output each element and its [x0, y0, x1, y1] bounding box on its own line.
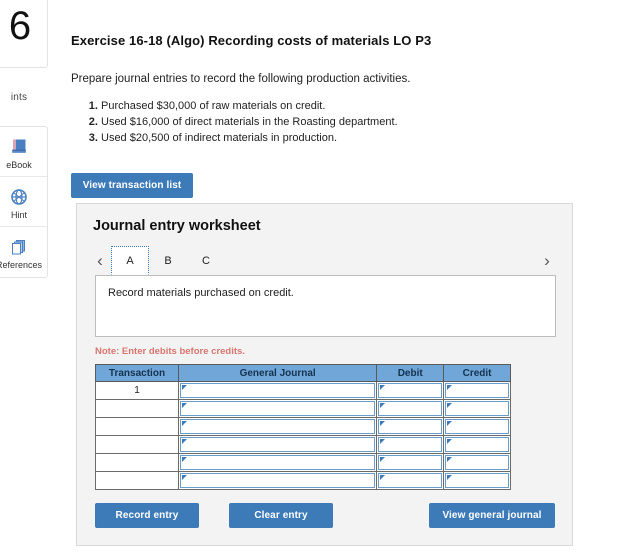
table-row — [95, 453, 511, 472]
journal-table-wrapper: Transaction General Journal Debit Credit… — [77, 357, 572, 490]
left-rail: 6 ints eBook Hint References — [0, 0, 58, 559]
pages-icon — [10, 236, 28, 258]
cell-general-journal[interactable] — [177, 399, 378, 418]
book-icon — [10, 136, 29, 158]
general-journal-input[interactable] — [180, 383, 376, 398]
general-journal-input[interactable] — [180, 419, 376, 434]
table-row — [95, 435, 511, 454]
journal-entry-table: Transaction General Journal Debit Credit… — [95, 364, 511, 490]
list-item: Used $20,500 of indirect materials in pr… — [101, 131, 623, 147]
tool-item-hint[interactable]: Hint — [0, 177, 47, 227]
debit-input[interactable] — [378, 383, 443, 398]
page-title: Exercise 16-18 (Algo) Recording costs of… — [71, 33, 432, 48]
journal-entry-worksheet-panel: Journal entry worksheet ‹ A B C › Record… — [76, 203, 573, 546]
table-row — [95, 471, 511, 490]
column-header-transaction: Transaction — [95, 364, 179, 382]
cell-general-journal[interactable] — [177, 453, 378, 472]
credit-input[interactable] — [445, 383, 509, 398]
cell-credit[interactable] — [443, 381, 511, 400]
points-label: ints — [10, 92, 28, 103]
cell-general-journal[interactable] — [177, 435, 378, 454]
column-header-debit: Debit — [376, 364, 445, 382]
general-journal-input[interactable] — [180, 473, 376, 488]
debit-input[interactable] — [378, 401, 443, 416]
globe-icon — [10, 186, 28, 208]
cell-general-journal[interactable] — [177, 471, 378, 490]
cell-credit[interactable] — [443, 417, 511, 436]
cell-credit[interactable] — [443, 471, 511, 490]
credit-input[interactable] — [445, 401, 509, 416]
debit-input[interactable] — [378, 455, 443, 470]
record-entry-button[interactable]: Record entry — [95, 503, 199, 528]
column-header-general-journal: General Journal — [177, 364, 378, 382]
tool-label-hint: Hint — [10, 209, 27, 220]
cell-transaction — [95, 435, 179, 454]
exercise-prompt: Prepare journal entries to record the fo… — [71, 73, 411, 85]
debit-input[interactable] — [378, 473, 443, 488]
entry-description-box: Record materials purchased on credit. — [95, 275, 556, 337]
cell-debit[interactable] — [376, 417, 445, 436]
clear-entry-button[interactable]: Clear entry — [229, 503, 333, 528]
tab-c[interactable]: C — [187, 246, 225, 275]
debits-before-credits-note: Note: Enter debits before credits. — [95, 346, 245, 357]
table-row: 1 — [95, 381, 511, 400]
table-row — [95, 417, 511, 436]
cell-debit[interactable] — [376, 471, 445, 490]
main-content: Exercise 16-18 (Algo) Recording costs of… — [71, 0, 623, 546]
tool-label-ebook: eBook — [6, 159, 32, 170]
tool-item-references[interactable]: References — [0, 227, 47, 277]
credit-input[interactable] — [445, 473, 509, 488]
column-header-credit: Credit — [443, 364, 511, 382]
cell-general-journal[interactable] — [177, 381, 378, 400]
activities-list: Purchased $30,000 of raw materials on cr… — [71, 85, 623, 147]
list-item: Used $16,000 of direct materials in the … — [101, 115, 623, 131]
general-journal-input[interactable] — [180, 437, 376, 452]
cell-debit[interactable] — [376, 399, 445, 418]
cell-transaction: 1 — [95, 381, 179, 400]
prev-tab-arrow-icon[interactable]: ‹ — [89, 246, 111, 275]
cell-general-journal[interactable] — [177, 417, 378, 436]
credit-input[interactable] — [445, 419, 509, 434]
table-row — [95, 399, 511, 418]
tool-stack: eBook Hint References — [0, 126, 48, 278]
next-tab-arrow-icon[interactable]: › — [536, 246, 558, 275]
tab-b[interactable]: B — [149, 246, 187, 275]
cell-transaction — [95, 471, 179, 490]
view-general-journal-button[interactable]: View general journal — [429, 503, 555, 528]
worksheet-title: Journal entry worksheet — [93, 218, 261, 234]
points-box: 6 — [0, 0, 48, 68]
cell-debit[interactable] — [376, 453, 445, 472]
cell-credit[interactable] — [443, 399, 511, 418]
cell-debit[interactable] — [376, 435, 445, 454]
tool-label-references: References — [0, 260, 43, 270]
cell-credit[interactable] — [443, 435, 511, 454]
tab-a[interactable]: A — [111, 246, 149, 275]
entry-description-text: Record materials purchased on credit. — [108, 287, 294, 299]
debit-input[interactable] — [378, 437, 443, 452]
points-value: 6 — [8, 4, 32, 48]
credit-input[interactable] — [445, 437, 509, 452]
cell-credit[interactable] — [443, 453, 511, 472]
general-journal-input[interactable] — [180, 401, 376, 416]
cell-transaction — [95, 453, 179, 472]
worksheet-footer-buttons: Record entry Clear entry View general jo… — [77, 490, 572, 537]
list-item: Purchased $30,000 of raw materials on cr… — [101, 99, 623, 115]
worksheet-tabs: ‹ A B C › — [77, 246, 572, 275]
tool-item-ebook[interactable]: eBook — [0, 127, 47, 177]
cell-transaction — [95, 399, 179, 418]
table-header-row: Transaction General Journal Debit Credit — [95, 364, 511, 382]
general-journal-input[interactable] — [180, 455, 376, 470]
view-transaction-list-button[interactable]: View transaction list — [71, 173, 193, 198]
cell-transaction — [95, 417, 179, 436]
debit-input[interactable] — [378, 419, 443, 434]
cell-debit[interactable] — [376, 381, 445, 400]
credit-input[interactable] — [445, 455, 509, 470]
